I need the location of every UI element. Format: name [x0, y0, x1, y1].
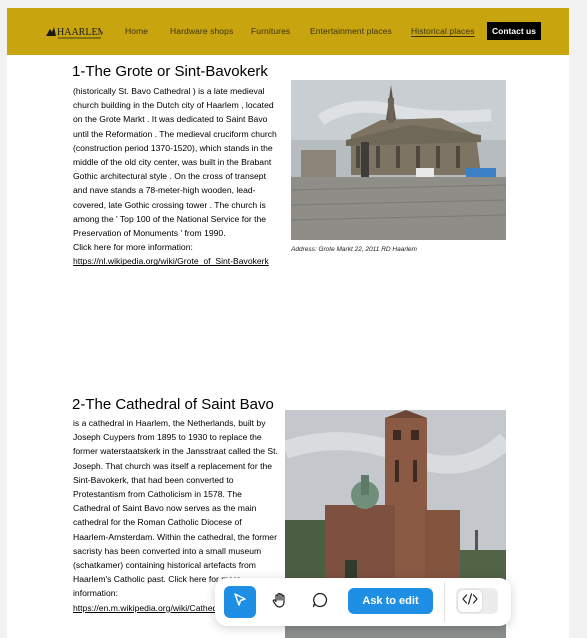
section-1-caption: Address: Grote Markt 22, 2011 RD Haarlem: [291, 246, 417, 253]
nav-home[interactable]: Home: [125, 26, 148, 36]
contact-us-button[interactable]: Contact us: [487, 22, 541, 40]
nav-historical-places[interactable]: Historical places: [411, 26, 475, 36]
logo-text: HAARLEM: [57, 27, 103, 38]
nav-furnitures[interactable]: Furnitures: [251, 26, 290, 36]
hand-tool-button[interactable]: [264, 586, 296, 618]
cursor-tool-button[interactable]: [224, 586, 256, 618]
section-1-heading: 1-The Grote or Sint-Bavokerk: [72, 63, 268, 80]
page: HAARLEM Home Hardware shops Furnitures E…: [7, 8, 576, 638]
comment-tool-button[interactable]: [304, 586, 336, 618]
hand-icon: [271, 591, 289, 614]
section-1-description: (historically St. Bavo Cathedral ) is a …: [73, 86, 277, 239]
code-view-toggle[interactable]: [456, 588, 498, 614]
code-icon: [462, 592, 478, 610]
ask-to-edit-button[interactable]: Ask to edit: [348, 588, 433, 614]
church-photo: [291, 80, 506, 240]
nav-hardware-shops[interactable]: Hardware shops: [170, 26, 233, 36]
haarlem-logo[interactable]: HAARLEM: [45, 23, 103, 41]
edit-toolbar: Ask to edit: [215, 578, 511, 626]
navbar: HAARLEM Home Hardware shops Furnitures E…: [7, 8, 576, 55]
comment-icon: [311, 591, 329, 614]
section-2-description: is a cathedral in Haarlem, the Netherlan…: [73, 418, 278, 599]
code-toggle-knob: [458, 590, 482, 612]
section-1-link[interactable]: https://nl.wikipedia.org/wiki/Grote_of_S…: [73, 256, 269, 266]
scrollbar[interactable]: [569, 8, 576, 638]
toolbar-divider: [444, 582, 445, 622]
nav-entertainment-places[interactable]: Entertainment places: [310, 26, 392, 36]
section-2-heading: 2-The Cathedral of Saint Bavo: [72, 396, 274, 413]
cursor-icon: [232, 592, 248, 613]
section-1-text: (historically St. Bavo Cathedral ) is a …: [73, 84, 279, 269]
section-1-link-prefix: Click here for more information:: [73, 242, 193, 253]
